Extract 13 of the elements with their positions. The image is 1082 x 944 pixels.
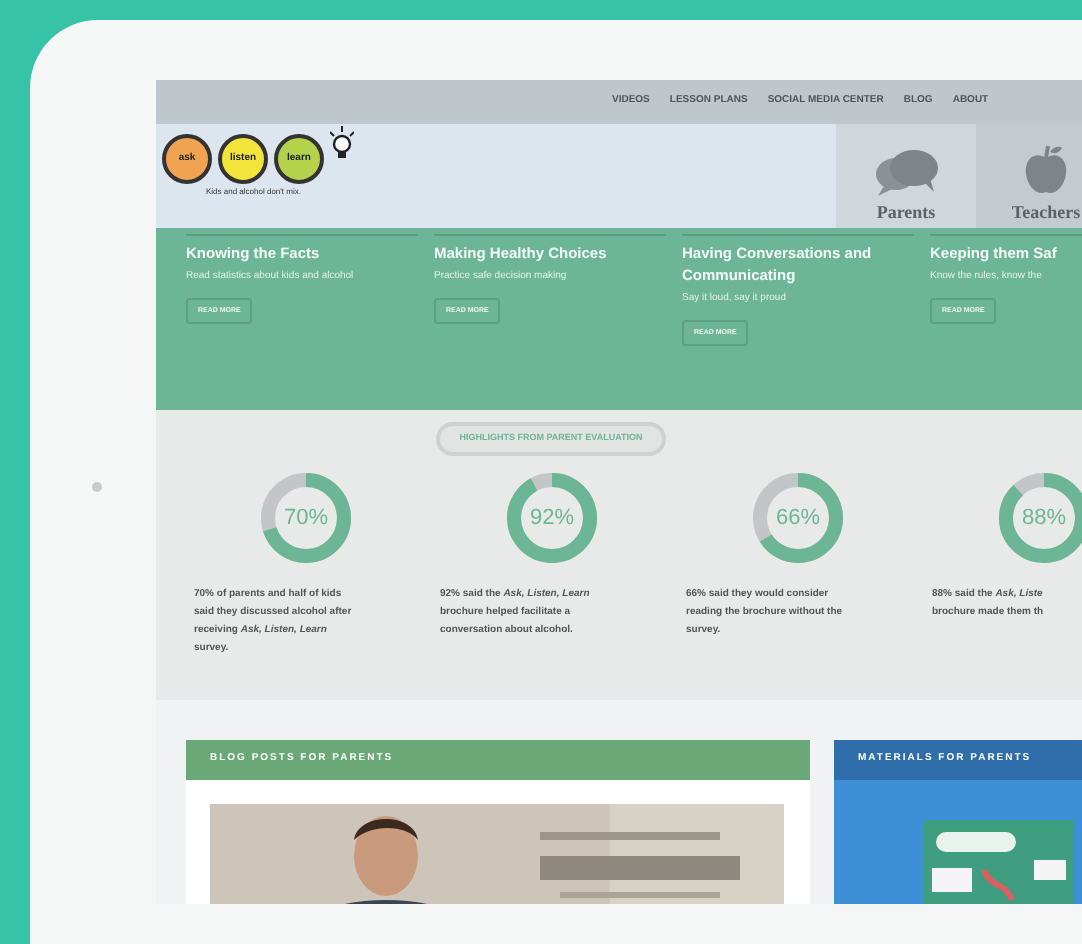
apple-icon — [1024, 143, 1068, 195]
donut-meter — [996, 469, 1082, 566]
audience-tab[interactable]: Teachers — [976, 124, 1082, 228]
percent-value: 92% — [529, 505, 575, 530]
speech-bubbles-icon — [872, 147, 940, 195]
percent-value: 88% — [1021, 505, 1067, 530]
percent-value: 66% — [775, 505, 821, 530]
donut-meter — [504, 469, 600, 566]
percent-value: 70% — [283, 505, 329, 530]
donut-meter — [750, 469, 846, 566]
audience-tab[interactable]: Parents — [836, 124, 976, 228]
donut-meter — [258, 469, 354, 566]
lightbulb-icon — [330, 126, 354, 158]
